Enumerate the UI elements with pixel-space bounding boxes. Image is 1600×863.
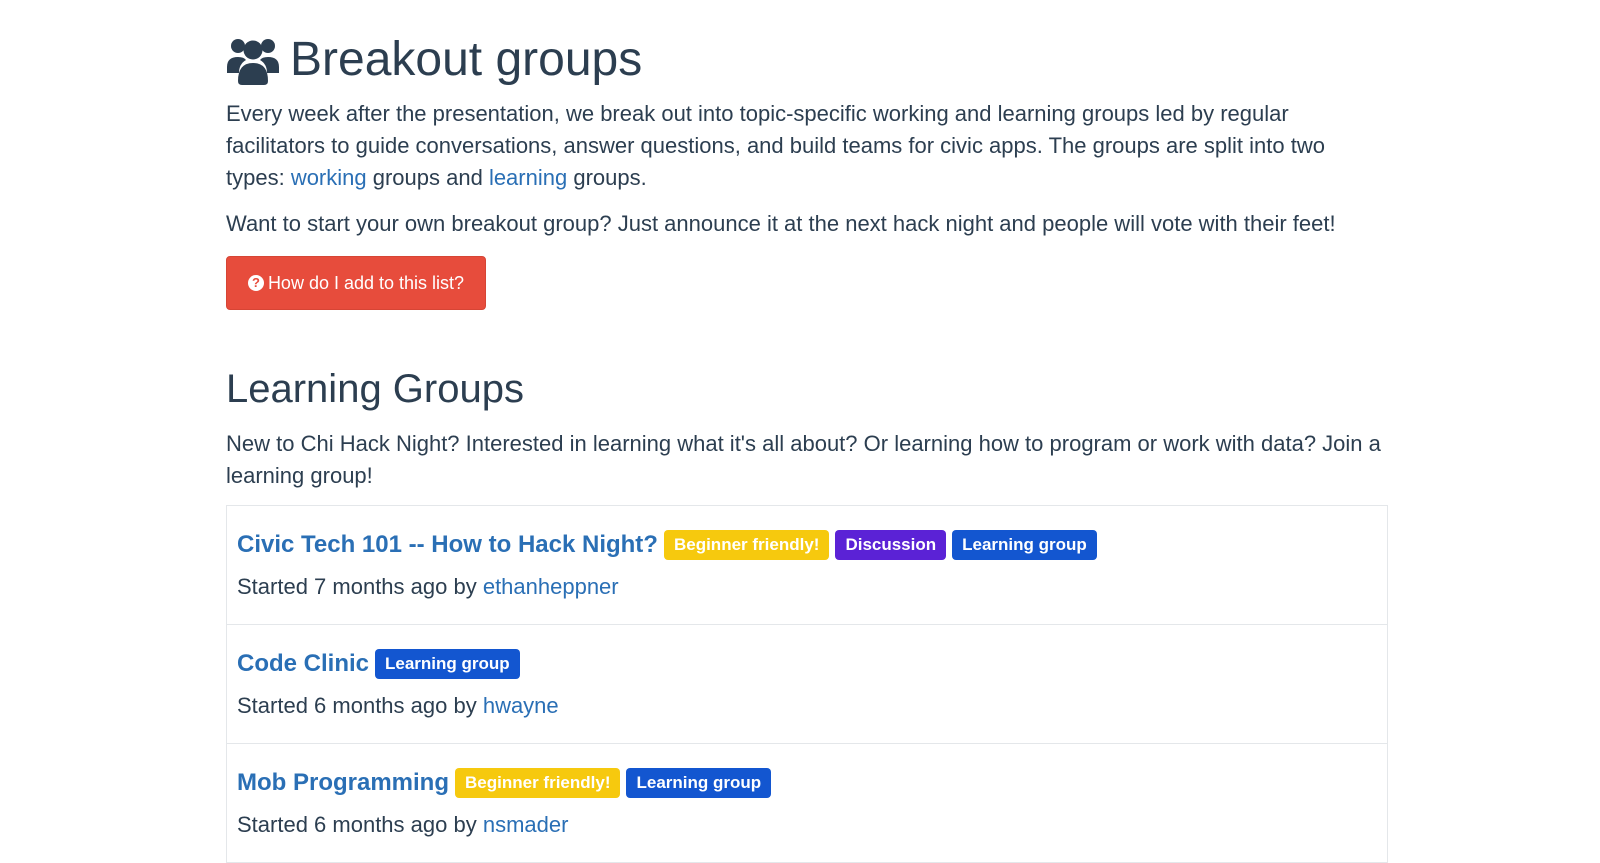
learning-groups-title: Learning Groups [226,367,524,411]
group-name-link[interactable]: Mob Programming [237,769,449,797]
tag-learning-group: Learning group [375,649,520,679]
started-text: Started 6 months ago by [237,693,483,718]
intro-text-3: groups. [567,165,647,190]
list-item: Civic Tech 101 -- How to Hack Night? Beg… [227,506,1387,625]
how-to-add-button-label: How do I add to this list? [267,272,465,293]
page-title: Breakout groups [226,30,642,90]
author-link[interactable]: hwayne [483,693,559,718]
learning-groups-description: New to Chi Hack Night? Interested in lea… [226,431,1381,488]
group-name-link[interactable]: Code Clinic [237,650,369,678]
tag-beginner-friendly: Beginner friendly! [455,768,621,798]
tag-learning-group: Learning group [626,768,772,798]
page-title-text: Breakout groups [290,33,643,86]
how-to-add-button[interactable]: ? How do I add to this list? [226,256,486,310]
author-link[interactable]: ethanheppner [483,574,619,599]
list-item: Code Clinic Learning group Started 6 mon… [227,625,1387,744]
group-meta: Started 7 months ago by ethanheppner [237,572,1377,602]
group-title-row: Civic Tech 101 -- How to Hack Night? Beg… [237,528,1377,562]
group-meta: Started 6 months ago by hwayne [237,691,1377,721]
group-title-row: Code Clinic Learning group [237,647,1377,681]
group-name-link[interactable]: Civic Tech 101 -- How to Hack Night? [237,531,658,559]
start-group-paragraph: Want to start your own breakout group? J… [226,211,1336,236]
tag-learning-group: Learning group [952,530,1097,560]
started-text: Started 7 months ago by [237,574,483,599]
intro-paragraph: Every week after the presentation, we br… [226,98,1386,194]
group-meta: Started 6 months ago by nsmader [237,810,1377,840]
tag-beginner-friendly: Beginner friendly! [663,530,830,560]
users-icon [227,39,279,85]
question-circle-icon: ? [247,275,264,291]
started-text: Started 6 months ago by [237,812,483,837]
author-link[interactable]: nsmader [483,812,569,837]
intro-text-2: groups and [366,165,489,190]
group-title-row: Mob Programming Beginner friendly! Learn… [237,766,1377,800]
working-link[interactable]: working [291,165,367,190]
learning-link[interactable]: learning [489,165,567,190]
tag-discussion: Discussion [835,530,947,560]
learning-group-list: Civic Tech 101 -- How to Hack Night? Beg… [226,505,1388,863]
list-item: Mob Programming Beginner friendly! Learn… [227,744,1387,863]
